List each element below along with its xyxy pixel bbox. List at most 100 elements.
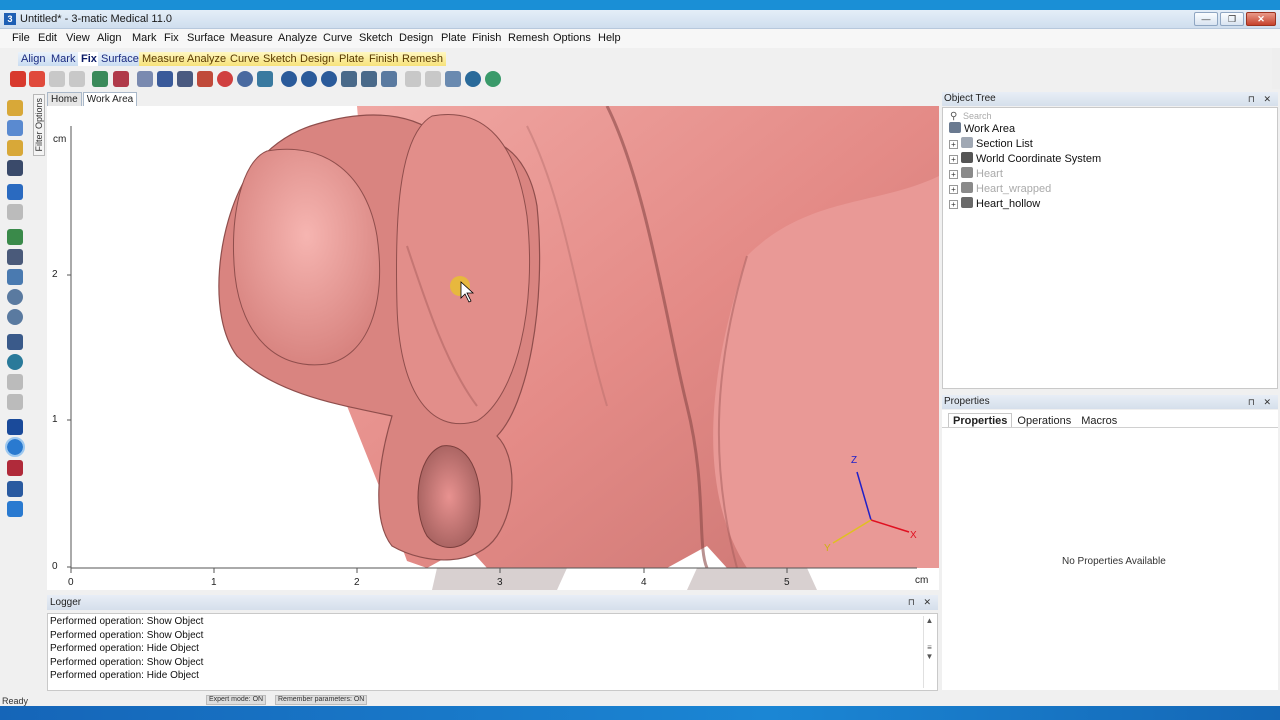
tab-curve[interactable]: Curve [227,52,263,66]
zoom-fit-icon[interactable] [7,309,23,325]
panel-pin-close-icons[interactable]: ⊓ ✕ [908,595,934,610]
analyze-icon[interactable] [361,71,377,87]
tab-sketch[interactable]: Sketch [260,52,300,66]
ball-icon[interactable] [237,71,253,87]
tab-design[interactable]: Design [297,52,338,66]
undo-icon[interactable] [7,184,23,200]
menu-plate[interactable]: Plate [441,32,466,44]
menu-edit[interactable]: Edit [38,32,57,44]
tab-macros[interactable]: Macros [1076,413,1122,428]
triangle-mesh-icon[interactable] [137,71,153,87]
menu-file[interactable]: File [12,32,30,44]
save-icon[interactable] [7,160,23,176]
funnel-icon[interactable] [177,71,193,87]
globe-icon[interactable] [465,71,481,87]
heart-model[interactable] [218,106,939,590]
disabled-tool-icon[interactable] [69,71,85,87]
pan-icon[interactable] [7,249,23,265]
sphere-icon[interactable] [217,71,233,87]
menu-sketch[interactable]: Sketch [359,32,393,44]
viewport-canvas[interactable] [47,106,939,590]
mark-icon[interactable] [157,71,173,87]
redo-icon[interactable] [7,204,23,220]
view-icon[interactable] [281,71,297,87]
menu-surface[interactable]: Surface [187,32,225,44]
disabled-tool-icon[interactable] [49,71,65,87]
remember-parameters-badge[interactable]: Remember parameters: ON [275,695,368,705]
tab-home[interactable]: Home [47,92,82,106]
disabled-tool-icon[interactable] [405,71,421,87]
ruler-icon[interactable] [7,501,23,517]
search-icon[interactable] [381,71,397,87]
logger-scrollbar[interactable]: ▲ ≡ ▼ [923,616,935,688]
disabled-tool-icon[interactable] [7,394,23,410]
tab-analyze[interactable]: Analyze [184,52,230,66]
tab-measure[interactable]: Measure [139,52,188,66]
tab-align[interactable]: Align [18,52,49,66]
new-file-icon[interactable] [7,120,23,136]
tab-remesh[interactable]: Remesh [399,52,446,66]
view-direction-icon[interactable] [7,354,23,370]
tab-operations[interactable]: Operations [1012,413,1076,428]
close-button[interactable]: ✕ [1246,12,1276,26]
tab-plate[interactable]: Plate [336,52,368,66]
tree-item-heart-wrapped[interactable]: + Heart_wrapped [949,182,1051,196]
menu-curve[interactable]: Curve [323,32,352,44]
menu-options[interactable]: Options [553,32,591,44]
wrap-icon[interactable] [197,71,213,87]
add-marker-icon[interactable] [29,71,45,87]
measure-icon[interactable] [341,71,357,87]
tree-item-section-list[interactable]: + Section List [949,137,1033,151]
shading-icon[interactable] [5,437,25,457]
tab-surface[interactable]: Surface [98,52,142,66]
import-folder-icon[interactable] [7,140,23,156]
tab-properties[interactable]: Properties [948,413,1013,428]
maximize-button[interactable]: ❐ [1220,12,1244,26]
axis-icon[interactable] [7,481,23,497]
render-mode-icon[interactable] [7,460,23,476]
menu-design[interactable]: Design [399,32,433,44]
menu-help[interactable]: Help [598,32,621,44]
grid-icon[interactable] [113,71,129,87]
menu-analyze[interactable]: Analyze [278,32,317,44]
tab-work-area[interactable]: Work Area [82,92,138,106]
zoom-icon[interactable] [7,289,23,305]
disabled-tool-icon[interactable] [7,374,23,390]
rotate-icon[interactable] [7,269,23,285]
tab-finish[interactable]: Finish [366,52,402,66]
expand-icon[interactable]: + [949,155,958,164]
menu-finish[interactable]: Finish [472,32,501,44]
expand-icon[interactable]: + [949,140,958,149]
menu-measure[interactable]: Measure [230,32,273,44]
add-point-icon[interactable] [10,71,26,87]
view-icon[interactable] [301,71,317,87]
tree-item-heart-hollow[interactable]: + Heart_hollow [949,197,1040,211]
open-folder-icon[interactable] [7,100,23,116]
expand-icon[interactable]: + [949,185,958,194]
transform-icon[interactable] [445,71,461,87]
tab-mark[interactable]: Mark [48,52,79,66]
expert-mode-badge[interactable]: Expert mode: ON [206,695,267,705]
menu-align[interactable]: Align [97,32,121,44]
3d-viewport[interactable]: cm 0 1 2 0 1 2 3 4 5 cm Z X Y [47,106,939,590]
panel-pin-close-icons[interactable]: ⊓ ✕ [1248,92,1274,106]
tree-item-heart[interactable]: + Heart [949,167,1003,181]
cube-icon[interactable] [92,71,108,87]
menu-view[interactable]: View [66,32,90,44]
view-icon[interactable] [321,71,337,87]
expand-icon[interactable]: + [949,200,958,209]
select-icon[interactable] [7,229,23,245]
minimize-button[interactable]: — [1194,12,1218,26]
panel-pin-close-icons[interactable]: ⊓ ✕ [1248,395,1274,409]
cube-view-icon[interactable] [7,419,23,435]
menu-mark[interactable]: Mark [132,32,156,44]
tab-fix[interactable]: Fix [78,52,100,66]
section-icon[interactable] [7,334,23,350]
tree-item-work-area[interactable]: Work Area [949,122,1015,136]
filter-options-panel[interactable]: Filter Options [33,94,45,156]
menu-remesh[interactable]: Remesh [508,32,549,44]
menu-fix[interactable]: Fix [164,32,179,44]
expand-icon[interactable]: + [949,170,958,179]
boxes-icon[interactable] [257,71,273,87]
tree-item-world-coordinate-system[interactable]: + World Coordinate System [949,152,1101,166]
